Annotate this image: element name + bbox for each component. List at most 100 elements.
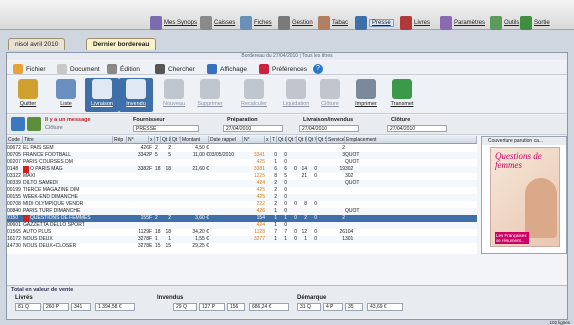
column-header[interactable]: Emplacement — [345, 136, 477, 144]
table-row[interactable]: 00708 MIDI OLYMPIQUE VENDR 222 2 0 0 8 0 — [7, 201, 477, 208]
toolbar-livraison-button[interactable]: Livraison — [85, 78, 119, 112]
menu-fiches[interactable]: Fiches — [240, 16, 272, 30]
cell-code: 00207 — [7, 159, 21, 165]
table-row[interactable]: 00339 DILTO SAMEDI 424 2 0 QUOT — [7, 180, 477, 187]
cell-emp: QUOT — [345, 152, 360, 158]
window-toolbar: Quitter Liste Livraison Invendu Nouveau Suppr… — [7, 76, 567, 114]
cell-d4: 1 — [304, 236, 307, 242]
menu-paramtres[interactable]: Paramètres — [440, 16, 485, 30]
cell-titre: DILTO SAMEDI — [23, 180, 58, 186]
tab-nisol-avril[interactable]: nisol avril 2010 — [8, 38, 66, 50]
message-icon[interactable] — [27, 117, 41, 131]
preparation-date-field[interactable]: 27/04/2010 — [223, 125, 283, 132]
cell-num: 426 — [140, 145, 149, 151]
cell-d4: 14 — [301, 166, 307, 172]
tab-dernier-bordereau[interactable]: Dernier bordereau — [86, 38, 157, 50]
menu-sortie[interactable]: Sortie — [520, 16, 550, 30]
menu-tabac[interactable]: Tabac — [318, 16, 348, 30]
column-header[interactable]: Code — [7, 136, 23, 144]
table-row[interactable]: 00199 TIERCE MAGAZINE DIM 425 2 0 — [7, 187, 477, 194]
cell-d5: 0 — [314, 215, 317, 221]
column-header[interactable]: Date rappel — [209, 136, 243, 144]
cell-montant: 1,55 € — [195, 236, 209, 242]
column-header[interactable]: N° — [243, 136, 265, 144]
cell-d4: 12 — [301, 229, 307, 235]
toolbar-quitter-button[interactable]: Quitter — [11, 78, 45, 112]
menu-caisses[interactable]: Caisses — [200, 16, 235, 30]
toolbar-label: Supprimer — [197, 101, 223, 107]
menu-label: Paramètres — [454, 20, 486, 26]
newspaper-icon — [355, 16, 367, 30]
table-row[interactable]: 0148 O PARIS MAG 3382 F 18 18 21,60 €3381 6 6 0 14… — [7, 166, 477, 173]
cell-titre: PARIS COURSES DM — [23, 159, 73, 165]
toolbar-invendu-button[interactable]: Invendu — [119, 78, 153, 112]
menu-messynops[interactable]: Mes Synops — [150, 16, 197, 30]
menu-livres[interactable]: Livres — [400, 16, 430, 30]
column-header[interactable]: Qt L — [277, 136, 287, 144]
toolbar-transmet-button[interactable]: Transmet — [385, 78, 419, 112]
table-row[interactable]: 01565 AUTO PLUS 1129 F 18 18 34,20 €1128 7 7 0 12 0… — [7, 229, 477, 236]
column-header[interactable]: Qt I — [297, 136, 307, 144]
pen-icon — [107, 64, 117, 74]
invendus-p-field: 127 P — [199, 303, 225, 311]
toolbar-label: Liquidation — [282, 101, 310, 107]
table-row[interactable]: 00155 WEEK-END DIMANCHE 425 2 0 — [7, 194, 477, 201]
window-menu-label: Chercher — [168, 65, 195, 73]
column-header[interactable]: Service — [327, 136, 345, 144]
gear-icon — [278, 16, 290, 30]
fournisseur-label: Fournisseur — [133, 117, 165, 123]
cell-e: 26 — [339, 229, 345, 235]
table-row[interactable]: 00601 GAZZETTA DELLO SPORT 424 1 0 — [7, 222, 477, 229]
cell-emp: QUOT — [345, 180, 360, 186]
livres-count-field: 341 — [71, 303, 91, 311]
menu-outils[interactable]: Outils — [490, 16, 519, 30]
toolbar-liste-button[interactable]: Liste — [49, 78, 83, 112]
table-row[interactable]: 00672 EL PAIS SEM 426 F 2 2 4,50 €2 — [7, 145, 477, 152]
tab-bar: nisol avril 2010 Dernier bordereau — [0, 38, 574, 50]
window-menu-label: Document — [70, 65, 100, 73]
table-row[interactable]: 14730 NOUS DEUX+CLOSER 3278 E 15 15 29,25 € ✓ — [6, 243, 477, 250]
column-header[interactable]: Qt T — [287, 136, 297, 144]
window-menu-4[interactable]: Affichage — [207, 64, 247, 74]
livraison-date-field[interactable]: 27/04/2010 — [299, 125, 359, 132]
cell-e: 1 — [342, 236, 345, 242]
table-row[interactable]: 03322 MAXI 1225 8 5 21 0 302 — [7, 173, 477, 180]
cell-d3: 0 — [294, 166, 297, 172]
column-header[interactable]: Qt S — [317, 136, 327, 144]
cell-num2: 3341 — [253, 152, 265, 158]
check-icon: ✓ — [6, 243, 11, 249]
window-menu-3[interactable]: Chercher — [155, 64, 195, 74]
menu-label: Gestion — [292, 20, 313, 26]
menu-presse[interactable]: Presse — [355, 16, 394, 30]
fournisseur-field[interactable]: PRESSE — [133, 125, 199, 132]
table-row[interactable]: 00705 FRANCE FOOTBALL 3342 P 5 5 11,00 €03/05/… — [7, 152, 477, 159]
column-header[interactable]: Qt T — [171, 136, 181, 144]
window-menu-5[interactable]: Préférences — [259, 64, 307, 74]
cell-d4: 8 — [304, 201, 307, 207]
cell-d2: 0 — [284, 152, 287, 158]
table-row[interactable]: 0150 QUESTIONS DE FEMMES 155 F 2 2 3,60 €154 1 1… — [7, 215, 477, 222]
refresh-icon[interactable] — [11, 117, 25, 131]
column-header[interactable]: Qt L — [161, 136, 171, 144]
column-header[interactable]: N° — [127, 136, 149, 144]
message-sub: Clôture — [45, 125, 63, 131]
window-menu-6[interactable]: ? — [313, 64, 323, 74]
menu-label: Caisses — [214, 20, 236, 26]
cloture-date-field[interactable]: 27/04/2010 — [387, 125, 447, 132]
column-header[interactable]: Montant — [181, 136, 209, 144]
column-header[interactable]: Qt V — [307, 136, 317, 144]
window-menu-2[interactable]: Édition — [107, 64, 140, 74]
table-row[interactable]: 00207 PARIS COURSES DM 425 1 0 QUOT — [7, 159, 477, 166]
column-header[interactable]: Rép — [113, 136, 127, 144]
window-menu-1[interactable]: Document — [57, 64, 100, 74]
cell-num: 3382 — [137, 166, 149, 172]
cell-montant: 11,00 € — [192, 152, 209, 158]
window-menu-0[interactable]: Fichier — [13, 64, 46, 74]
table-row[interactable]: 16172 NOUS DEUX 3278 F 1 1 1,55 €3277 1 1 0 1 0 1 301 — [7, 236, 477, 243]
toolbar-imprimer-button[interactable]: Imprimer — [349, 78, 383, 112]
cell-code: 01565 — [7, 229, 21, 235]
column-header[interactable]: Titre — [23, 136, 113, 144]
filter-bar: Il y a un message Clôture Fournisseur PR… — [7, 115, 567, 135]
table-row[interactable]: 00840 PARIS TURF DIMANCHE 426 1 0 QUOT — [7, 208, 477, 215]
menu-gestion[interactable]: Gestion — [278, 16, 313, 30]
